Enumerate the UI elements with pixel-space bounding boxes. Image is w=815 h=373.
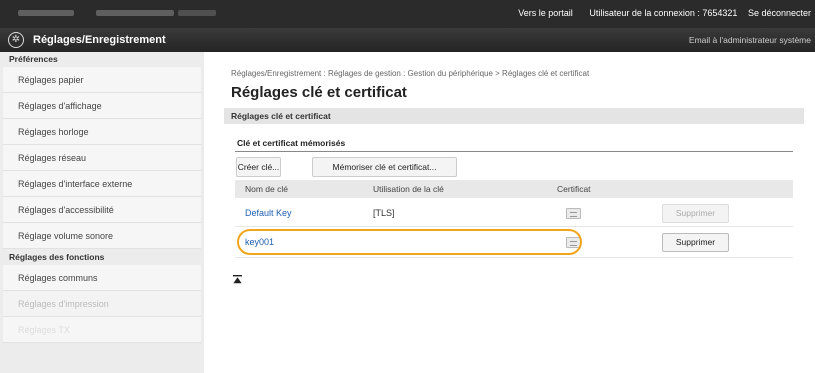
blurred-device-model — [178, 10, 216, 16]
sidebar-header-preferences: Préférences — [9, 54, 58, 64]
register-key-certificate-button[interactable]: Mémoriser clé et certificat... — [312, 157, 457, 177]
logout-link[interactable]: Se déconnecter — [748, 8, 811, 18]
portal-link[interactable]: Vers le portail — [518, 8, 573, 18]
sidebar-item-common[interactable]: Réglages communs — [3, 265, 201, 291]
section-title: Réglages clé et certificat — [224, 108, 804, 124]
sidebar-item-network[interactable]: Réglages réseau — [3, 145, 201, 171]
column-header-key-usage: Utilisation de la clé — [373, 184, 444, 194]
table-row: Default Key [TLS] Supprimer — [235, 200, 793, 225]
delete-button: Supprimer — [662, 204, 729, 223]
sidebar-item-accessibility[interactable]: Réglages d'accessibilité — [3, 197, 201, 223]
mail-admin-link[interactable]: Email à l'administrateur système — [689, 35, 811, 45]
main-content: Réglages/Enregistrement : Réglages de ge… — [204, 52, 815, 373]
row-divider — [235, 226, 793, 227]
sidebar-item-display[interactable]: Réglages d'affichage — [3, 93, 201, 119]
key-name-link[interactable]: Default Key — [245, 208, 292, 218]
delete-button[interactable]: Supprimer — [662, 233, 729, 252]
sidebar-header-functions: Réglages des fonctions — [9, 252, 105, 262]
blurred-logo — [18, 10, 74, 16]
top-bar: Vers le portail Utilisateur de la connex… — [0, 0, 815, 28]
back-to-top-icon[interactable] — [233, 275, 242, 284]
table-header: Nom de clé Utilisation de la clé Certifi… — [235, 180, 793, 198]
sidebar-item-print[interactable]: Réglages d'impression — [3, 291, 201, 317]
title-bar: ✲ Réglages/Enregistrement Email à l'admi… — [0, 28, 815, 52]
column-header-certificate: Certificat — [557, 184, 591, 194]
sidebar-item-external-interface[interactable]: Réglages d'interface externe — [3, 171, 201, 197]
sidebar-item-paper[interactable]: Réglages papier — [3, 67, 201, 93]
highlight-callout — [237, 229, 582, 255]
sidebar-item-tx[interactable]: Réglages TX — [3, 317, 201, 343]
certificate-icon[interactable] — [566, 208, 581, 219]
blurred-device-name — [96, 10, 174, 16]
sidebar: Préférences Réglages papier Réglages d'a… — [0, 52, 204, 373]
row-divider — [235, 257, 793, 258]
column-header-key-name: Nom de clé — [245, 184, 288, 194]
app-title: Réglages/Enregistrement — [33, 34, 166, 46]
page-title: Réglages clé et certificat — [231, 84, 407, 101]
sidebar-item-volume[interactable]: Réglage volume sonore — [3, 223, 201, 249]
create-key-button[interactable]: Créer clé... — [236, 157, 281, 177]
subsection-divider — [235, 151, 793, 152]
top-links: Vers le portail Utilisateur de la connex… — [504, 8, 811, 18]
subsection-title: Clé et certificat mémorisés — [237, 138, 346, 148]
key-usage: [TLS] — [373, 208, 395, 218]
settings-logo-icon: ✲ — [8, 32, 24, 48]
breadcrumb: Réglages/Enregistrement : Réglages de ge… — [231, 69, 590, 78]
sidebar-item-clock[interactable]: Réglages horloge — [3, 119, 201, 145]
login-user-label: Utilisateur de la connexion : 7654321 — [589, 8, 738, 18]
